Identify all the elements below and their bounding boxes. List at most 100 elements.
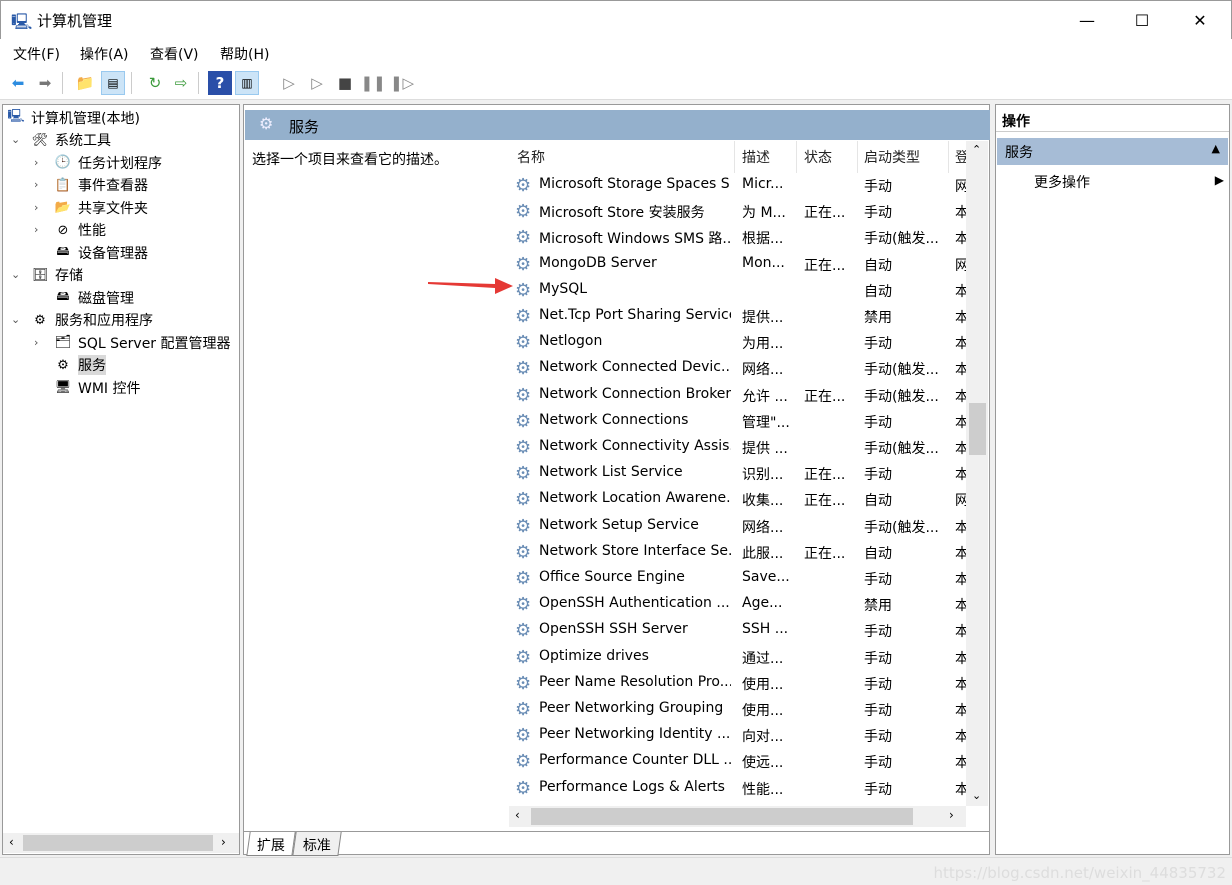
scrollbar-thumb[interactable] [531, 808, 913, 825]
service-row[interactable]: ⚙ Network Store Interface Se... 此服... 正在...… [509, 540, 966, 566]
maximize-button[interactable]: ☐ [1119, 1, 1165, 40]
actions-section-services[interactable]: 服务 ▲ [997, 138, 1228, 165]
services-title: 服务 [289, 118, 320, 136]
section-label: 服务 [1005, 145, 1033, 161]
service-row[interactable]: ⚙ Peer Name Resolution Pro... 使用... 手动 本 [509, 671, 966, 697]
collapsed-chevron-icon[interactable]: › [34, 201, 38, 214]
start-icon[interactable]: ▷ [277, 71, 301, 95]
column-description[interactable]: 描述 [742, 147, 770, 167]
list-horizontal-scrollbar[interactable]: ‹ › [509, 806, 966, 827]
tree-horizontal-scrollbar[interactable]: ‹ › [3, 833, 239, 853]
stop-icon[interactable]: ■ [333, 71, 357, 95]
tree-item[interactable]: 🛠 系统工具 [30, 129, 111, 151]
expanded-chevron-icon[interactable]: ⌄ [11, 268, 20, 281]
column-startup-type[interactable]: 启动类型 [864, 147, 920, 167]
column-logon-as[interactable]: 登 [955, 147, 966, 167]
service-row[interactable]: ⚙ Microsoft Storage Spaces S... Micr... 手动 网 [509, 173, 966, 199]
service-row[interactable]: ⚙ Netlogon 为用... 手动 本 [509, 330, 966, 356]
menu-help[interactable]: 帮助(H) [220, 44, 269, 64]
service-row[interactable]: ⚙ Network Connections 管理"... 手动 本 [509, 409, 966, 435]
service-row[interactable]: ⚙ Network Setup Service 网络... 手动(触发... 本 [509, 514, 966, 540]
scroll-left-icon[interactable]: ‹ [515, 808, 520, 822]
service-row[interactable]: ⚙ Microsoft Windows SMS 路... 根据... 手动(触发...… [509, 225, 966, 251]
scroll-up-icon[interactable]: ⌃ [972, 143, 981, 156]
column-status[interactable]: 状态 [804, 147, 832, 167]
service-row[interactable]: ⚙ Performance Counter DLL ... 使远... 手动 本 [509, 749, 966, 775]
close-button[interactable]: ✕ [1177, 1, 1223, 40]
service-row[interactable]: ⚙ MongoDB Server Mon... 正在... 自动 网 [509, 252, 966, 278]
tree-item[interactable]: ⚙ 服务 [53, 354, 106, 376]
service-row[interactable]: ⚙ Office Source Engine Save... 手动 本 [509, 566, 966, 592]
tree-root[interactable]: 🖳 计算机管理(本地) [6, 107, 140, 129]
scroll-right-icon[interactable]: › [221, 835, 226, 849]
tree-item[interactable]: 🗂 SQL Server 配置管理器 [53, 332, 231, 354]
forward-icon[interactable]: ➡ [33, 71, 57, 95]
expanded-chevron-icon[interactable]: ⌄ [11, 313, 20, 326]
column-name[interactable]: 名称 [517, 147, 545, 167]
tree-node-icon: ⚙ [57, 357, 69, 373]
list-vertical-scrollbar[interactable]: ⌃ ⌄ [966, 141, 988, 806]
more-actions-item[interactable]: 更多操作 ▶ [1034, 172, 1224, 194]
scrollbar-thumb[interactable] [969, 403, 986, 455]
service-row[interactable]: ⚙ OpenSSH SSH Server SSH ... 手动 本 [509, 618, 966, 644]
scrollbar-thumb[interactable] [23, 835, 213, 851]
tab-standard[interactable]: 标准 [292, 832, 342, 856]
menu-action[interactable]: 操作(A) [80, 44, 129, 64]
services-list: ⌃ 名称 描述 状态 启动类型 登 ⚙ Microsoft Storage Spa… [509, 141, 966, 806]
tree-item[interactable]: 📋 事件查看器 [53, 174, 148, 196]
services-header: ⚙ 服务 [245, 110, 990, 140]
tree-item[interactable]: 🖴 设备管理器 [53, 242, 148, 264]
tree-item[interactable]: 📂 共享文件夹 [53, 197, 148, 219]
collapsed-chevron-icon[interactable]: › [34, 223, 38, 236]
service-row[interactable]: ⚙ Network List Service 识别... 正在... 手动 本 [509, 461, 966, 487]
toolbar: ⬅ ➡ 📁 ▤ ↻ ⇨ ? ▥ ▷ ▷ ■ ❚❚ ❚▷ [0, 66, 1232, 100]
show-action-pane-icon[interactable]: ▥ [235, 71, 259, 95]
up-folder-icon[interactable]: 📁 [73, 71, 97, 95]
service-row[interactable]: ⚙ Network Connectivity Assis... 提供 ... 手动(触… [509, 435, 966, 461]
show-hide-tree-icon[interactable]: ▤ [101, 71, 125, 95]
service-row[interactable]: ⚙ Network Connected Devic... 网络... 手动(触发...… [509, 356, 966, 382]
cell: 本 [955, 388, 966, 405]
collapsed-chevron-icon[interactable]: › [34, 178, 38, 191]
back-icon[interactable]: ⬅ [6, 71, 30, 95]
tree-item[interactable]: 🕒 任务计划程序 [53, 152, 162, 174]
collapsed-chevron-icon[interactable]: › [34, 336, 38, 349]
help-icon[interactable]: ? [208, 71, 232, 95]
service-row[interactable]: ⚙ OpenSSH Authentication ... Age... 禁用 本 [509, 592, 966, 618]
tree-item[interactable]: 🖥 WMI 控件 [53, 377, 141, 399]
refresh-icon[interactable]: ↻ [143, 71, 167, 95]
service-row[interactable]: ⚙ Network Connection Broker 允许 ... 正在... 手动(… [509, 383, 966, 409]
service-row[interactable]: ⚙ Performance Logs & Alerts 性能... 手动 本 [509, 776, 966, 802]
collapse-up-icon[interactable]: ▲ [1212, 142, 1220, 155]
menu-view[interactable]: 查看(V) [150, 44, 199, 64]
service-gear-icon: ⚙ [515, 202, 532, 223]
scroll-left-icon[interactable]: ‹ [9, 835, 14, 849]
tab-extended[interactable]: 扩展 [246, 832, 296, 856]
service-row[interactable]: ⚙ MySQL 自动 本 [509, 278, 966, 304]
computer-management-icon: 🖳 [11, 12, 33, 31]
service-row[interactable]: ⚙ Network Location Awarene... 收集... 正在... 自动… [509, 487, 966, 513]
cell: Office Source Engine [539, 569, 685, 585]
service-row[interactable]: ⚙ Peer Networking Grouping 使用... 手动 本 [509, 697, 966, 723]
cell: Peer Networking Grouping [539, 700, 724, 716]
tree-item[interactable]: ⚙ 服务和应用程序 [30, 309, 153, 331]
tree-item[interactable]: 🖴 磁盘管理 [53, 287, 134, 309]
pause-icon[interactable]: ❚❚ [360, 71, 385, 95]
tree-item[interactable]: ⊘ 性能 [53, 219, 106, 241]
resume-icon[interactable]: ❚▷ [390, 71, 414, 95]
minimize-button[interactable]: — [1064, 1, 1110, 40]
export-list-icon[interactable]: ⇨ [169, 71, 193, 95]
expanded-chevron-icon[interactable]: ⌄ [11, 133, 20, 146]
scroll-down-icon[interactable]: ⌄ [972, 789, 981, 802]
cell: 自动 [864, 493, 892, 510]
collapsed-chevron-icon[interactable]: › [34, 156, 38, 169]
service-row[interactable]: ⚙ Net.Tcp Port Sharing Service 提供... 禁用 本 [509, 304, 966, 330]
service-row[interactable]: ⚙ Peer Networking Identity ... 向对... 手动 本 [509, 723, 966, 749]
service-row[interactable]: ⚙ Optimize drives 通过... 手动 本 [509, 645, 966, 671]
cell: Micr... [742, 176, 784, 192]
start-alt-icon[interactable]: ▷ [305, 71, 329, 95]
tree-item[interactable]: 🗄 存储 [30, 264, 83, 286]
menu-file[interactable]: 文件(F) [13, 44, 60, 64]
scroll-right-icon[interactable]: › [949, 808, 954, 822]
service-row[interactable]: ⚙ Microsoft Store 安装服务 为 M... 正在... 手动 本 [509, 199, 966, 225]
